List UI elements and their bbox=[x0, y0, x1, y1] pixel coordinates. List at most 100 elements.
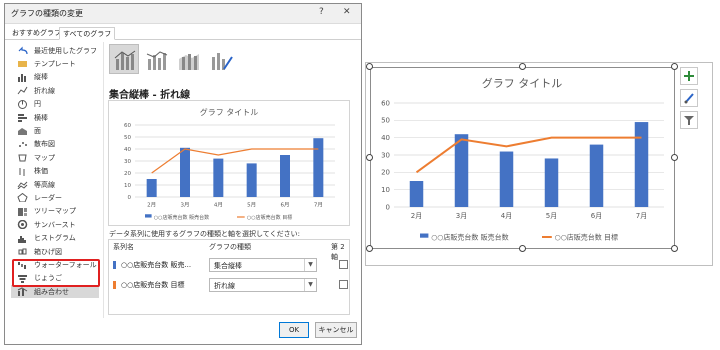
close-button[interactable]: ✕ bbox=[343, 7, 351, 17]
chart-title: グラフ タイトル bbox=[200, 107, 259, 117]
sunburst-icon bbox=[17, 220, 28, 230]
column-chart-icon bbox=[18, 73, 26, 82]
bar bbox=[280, 155, 290, 197]
chart-type-label: 最近使用したグラフ bbox=[34, 46, 97, 55]
undo-icon bbox=[18, 46, 28, 55]
chevron-down-icon: ▼ bbox=[304, 259, 316, 271]
secondary-axis-checkbox[interactable] bbox=[339, 260, 348, 269]
y-tick-label: 30 bbox=[124, 159, 131, 165]
chart-filters-button[interactable] bbox=[680, 111, 698, 129]
bar bbox=[146, 179, 157, 197]
chart-type-label: 面 bbox=[34, 126, 41, 135]
chart-type-label: レーダー bbox=[34, 193, 62, 202]
plus-icon bbox=[684, 71, 694, 81]
radar-chart-icon bbox=[17, 193, 28, 203]
chart-type-item[interactable]: ヒストグラム bbox=[11, 232, 99, 245]
chart-type-item[interactable]: 等高線 bbox=[11, 178, 99, 191]
help-button[interactable]: ? bbox=[319, 7, 324, 17]
chart-type-label: 横棒 bbox=[34, 113, 48, 122]
custom-combo-pencil-icon bbox=[212, 53, 233, 70]
resize-handle[interactable] bbox=[366, 154, 373, 161]
pane-divider bbox=[103, 42, 104, 318]
resize-handle[interactable] bbox=[519, 63, 526, 70]
chart-type-label: 等高線 bbox=[34, 180, 55, 189]
ok-button[interactable]: OK bbox=[279, 322, 309, 338]
series-config-table: 系列名 グラフの種類 第 2 軸 ○○店販売台数 販売... 集合縦棒 ▼ ○○… bbox=[108, 239, 350, 315]
series-name: ○○店販売台数 販売... bbox=[121, 261, 192, 269]
surface-chart-icon bbox=[17, 181, 28, 189]
chart-type-item[interactable]: サンバースト bbox=[11, 218, 99, 231]
bar bbox=[246, 163, 257, 197]
y-tick-label: 0 bbox=[128, 195, 132, 201]
y-tick-label: 40 bbox=[124, 147, 131, 153]
chart-type-item[interactable]: 横棒 bbox=[11, 111, 99, 124]
dialog-title-bar: グラフの種類の変更 ? ✕ bbox=[5, 4, 361, 24]
chart-type-item[interactable]: レーダー bbox=[11, 191, 99, 204]
chart-preview: グラフ タイトル 0 10 20 30 40 50 60 2月 3月 4月 5月 6月 7月 ○○店販売台数… bbox=[108, 100, 350, 226]
chart-type-item[interactable]: テンプレート bbox=[11, 57, 99, 70]
x-tick-label: 3月 bbox=[181, 202, 190, 209]
bar-chart-icon bbox=[18, 114, 27, 122]
series-color-swatch bbox=[113, 281, 116, 289]
chart-selection-outline bbox=[370, 67, 675, 249]
secondary-axis-checkbox[interactable] bbox=[339, 280, 348, 289]
chart-type-label: ツリーマップ bbox=[34, 207, 76, 216]
chart-type-label: 円 bbox=[34, 100, 41, 109]
resize-handle[interactable] bbox=[671, 154, 678, 161]
x-tick-label: 4月 bbox=[214, 202, 223, 209]
bar bbox=[213, 158, 224, 197]
chart-type-label: ヒストグラム bbox=[34, 234, 76, 243]
series-color-swatch bbox=[113, 261, 116, 269]
tab-all-charts[interactable]: すべてのグラフ bbox=[59, 27, 116, 40]
legend-label: ○○店販売台数 販売台数 bbox=[154, 214, 209, 221]
combo-highlight-box bbox=[12, 259, 100, 287]
cancel-button[interactable]: キャンセル bbox=[315, 322, 357, 338]
resize-handle[interactable] bbox=[671, 63, 678, 70]
resize-handle[interactable] bbox=[366, 245, 373, 252]
resize-handle[interactable] bbox=[519, 245, 526, 252]
chart-type-label: 縦棒 bbox=[34, 73, 48, 82]
subtype-custom-combo[interactable] bbox=[205, 44, 235, 74]
preview-chart: グラフ タイトル 0 10 20 30 40 50 60 2月 3月 4月 5月 6月 7月 ○○店販売台数… bbox=[124, 107, 335, 221]
x-tick-label: 5月 bbox=[247, 202, 256, 209]
series-type-value: 集合縦棒 bbox=[214, 262, 242, 270]
chevron-down-icon: ▼ bbox=[304, 279, 316, 291]
x-tick-label: 6月 bbox=[281, 202, 290, 209]
tab-recommended[interactable]: おすすめグラフ bbox=[9, 27, 64, 40]
dialog-title: グラフの種類の変更 bbox=[11, 9, 83, 18]
chart-type-item[interactable]: 箱ひげ図 bbox=[11, 245, 99, 258]
chart-type-label: マップ bbox=[34, 153, 55, 162]
series-type-select[interactable]: 折れ線 ▼ bbox=[209, 278, 317, 292]
y-tick-label: 20 bbox=[124, 171, 131, 177]
series-row: ○○店販売台数 販売... 集合縦棒 ▼ bbox=[109, 256, 349, 274]
chart-type-item[interactable]: マップ bbox=[11, 151, 99, 164]
resize-handle[interactable] bbox=[671, 245, 678, 252]
legend-swatch-bar bbox=[145, 214, 152, 218]
subtype-column-line-secondary[interactable] bbox=[141, 44, 171, 74]
subtype-clustered-column-line[interactable] bbox=[109, 44, 139, 74]
chart-styles-button[interactable] bbox=[680, 89, 698, 107]
chart-type-item[interactable]: ツリーマップ bbox=[11, 205, 99, 218]
chart-type-label: テンプレート bbox=[34, 59, 76, 68]
chart-elements-button[interactable] bbox=[680, 67, 698, 85]
chart-type-label: 組み合わせ bbox=[34, 287, 69, 296]
chart-type-item[interactable]: 最近使用したグラフ bbox=[11, 44, 99, 57]
combo-subtype-1-icon bbox=[114, 50, 136, 70]
chart-type-item[interactable]: 組み合わせ bbox=[11, 285, 99, 299]
chart-type-label: 株価 bbox=[34, 167, 48, 176]
chart-type-item[interactable]: 面 bbox=[11, 124, 99, 137]
subtype-area-column[interactable] bbox=[173, 44, 203, 74]
chart-type-item[interactable]: 縦棒 bbox=[11, 71, 99, 84]
resize-handle[interactable] bbox=[366, 63, 373, 70]
scatter-chart-icon bbox=[19, 141, 27, 147]
chart-type-item[interactable]: 円 bbox=[11, 98, 99, 111]
series-type-select[interactable]: 集合縦棒 ▼ bbox=[209, 258, 317, 272]
chart-type-item[interactable]: 散布図 bbox=[11, 138, 99, 151]
chart-type-item[interactable]: 株価 bbox=[11, 165, 99, 178]
x-tick-label: 2月 bbox=[147, 202, 156, 209]
series-name: ○○店販売台数 目標 bbox=[121, 281, 185, 289]
filter-icon bbox=[684, 116, 694, 125]
box-whisker-icon bbox=[18, 248, 27, 255]
chart-type-item[interactable]: 折れ線 bbox=[11, 84, 99, 97]
legend-label: ○○店販売台数 目標 bbox=[247, 214, 292, 221]
